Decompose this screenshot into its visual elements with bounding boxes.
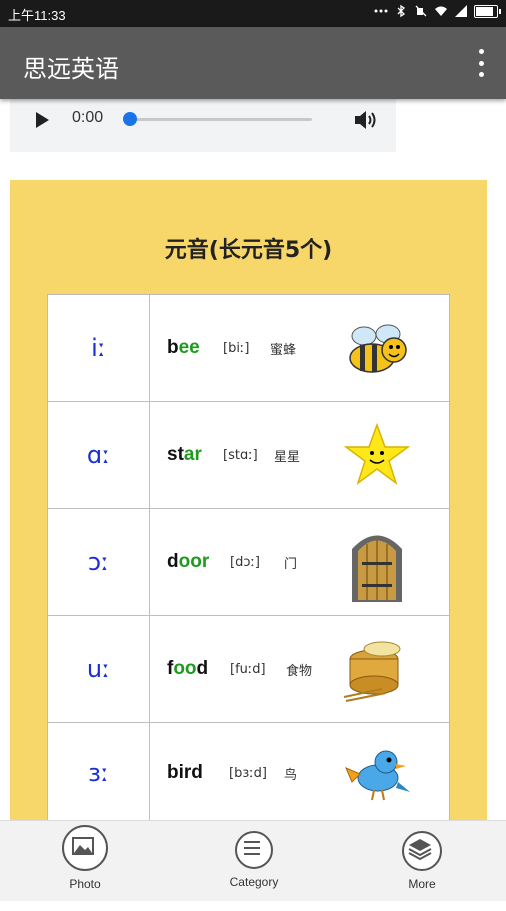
word-highlight: oor: [178, 551, 210, 572]
phonetic-symbol: ɑː: [48, 402, 150, 508]
word-part: d: [196, 658, 209, 679]
word-part: b: [167, 337, 179, 358]
nav-item-photo[interactable]: Photo: [60, 825, 110, 905]
bird-icon: [345, 750, 410, 801]
example-word: b ee: [167, 295, 200, 401]
status-icons: [374, 4, 501, 18]
nav-item-category[interactable]: Category: [220, 831, 288, 911]
audio-player: 0:00: [10, 99, 396, 152]
star-icon: [343, 422, 411, 485]
audio-progress-track[interactable]: [130, 118, 312, 121]
word-part: d: [167, 551, 179, 572]
bluetooth-icon: [397, 4, 406, 18]
example-word: bird: [167, 723, 203, 823]
word-part: st: [167, 444, 184, 465]
list-icon: [235, 831, 273, 869]
table-row: iː b ee [biː] 蜜蜂: [48, 295, 449, 402]
overflow-menu-icon[interactable]: [476, 49, 486, 77]
layers-icon: [402, 831, 442, 871]
phonetic-transcription: [biː]: [223, 340, 250, 356]
phonetic-transcription: [fuːd]: [230, 661, 266, 677]
word-highlight: ar: [183, 444, 202, 465]
battery-icon: [474, 4, 501, 18]
nav-label: Photo: [69, 877, 101, 891]
nav-item-more[interactable]: More: [400, 831, 444, 911]
chinese-meaning: 星星: [274, 449, 301, 465]
word-highlight: ee: [178, 337, 200, 358]
bottom-navigation: Photo Category More: [0, 820, 506, 901]
example-word: st ar: [167, 402, 202, 508]
word-highlight: oo: [173, 658, 197, 679]
phonetic-transcription: [stɑː]: [223, 447, 258, 463]
door-icon: [352, 535, 402, 602]
cell-signal-icon: [455, 5, 467, 17]
phonetic-symbol: ɔː: [48, 509, 150, 615]
app-title: 思远英语: [23, 55, 119, 83]
audio-progress-knob[interactable]: [123, 112, 137, 126]
app-bar: 思远英语: [0, 27, 506, 99]
table-row: uː f oo d [fuːd] 食物: [48, 616, 449, 723]
card-heading: 元音(长元音5个): [164, 238, 333, 263]
table-row: ɑː st ar [stɑː] 星星: [48, 402, 449, 509]
status-bar: 上午11:33: [0, 0, 506, 27]
signal-dots-icon: [374, 9, 388, 13]
chinese-meaning: 鸟: [284, 767, 298, 783]
wifi-icon: [435, 6, 447, 16]
mute-icon: [415, 5, 427, 17]
food-icon: [343, 641, 401, 702]
chinese-meaning: 门: [284, 556, 298, 572]
vowel-table: iː b ee [biː] 蜜蜂 ɑː st ar [stɑː] 星星 ɔː d…: [47, 294, 450, 824]
volume-icon[interactable]: [352, 108, 380, 132]
photo-icon: [62, 825, 108, 871]
status-time: 上午11:33: [8, 8, 66, 23]
audio-time: 0:00: [72, 109, 104, 126]
chinese-meaning: 蜜蜂: [270, 342, 297, 358]
chinese-meaning: 食物: [286, 663, 313, 679]
phonetic-symbol: uː: [48, 616, 150, 722]
word-part: bird: [167, 762, 203, 783]
table-row: ɔː d oor [dɔː] 门: [48, 509, 449, 616]
phonetic-symbol: ɜː: [48, 723, 150, 823]
nav-label: More: [408, 877, 436, 891]
example-word: f oo d: [167, 616, 208, 722]
example-word: d oor: [167, 509, 209, 615]
bee-icon: [349, 324, 407, 373]
phonetic-transcription: [bɜːd]: [229, 765, 267, 781]
phonetic-symbol: iː: [48, 295, 150, 401]
nav-label: Category: [229, 875, 279, 889]
table-row: ɜː bird [bɜːd] 鸟: [48, 723, 449, 823]
phonetic-transcription: [dɔː]: [230, 554, 260, 570]
play-icon[interactable]: [36, 112, 49, 128]
